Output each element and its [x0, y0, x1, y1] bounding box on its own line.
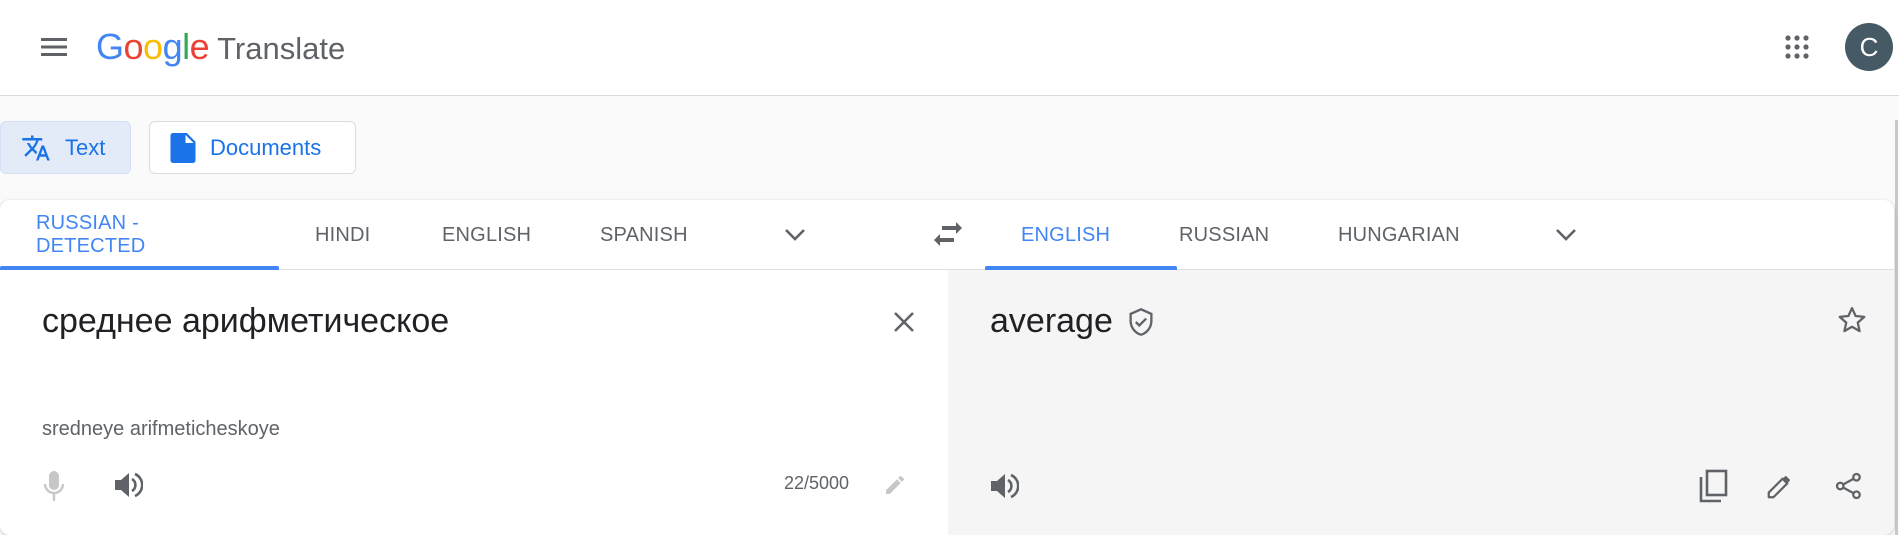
- edit-translation-button[interactable]: [1756, 462, 1804, 510]
- pencil-icon: [1765, 471, 1795, 501]
- documents-mode-label: Documents: [210, 134, 322, 160]
- target-tab-label: ENGLISH: [1021, 223, 1111, 246]
- source-tab-label: RUSSIAN - DETECTED: [36, 212, 146, 257]
- chevron-down-icon: [784, 228, 806, 242]
- more-source-languages-button[interactable]: [771, 211, 819, 259]
- verified-shield-icon[interactable]: [1127, 307, 1155, 337]
- source-tab-label: HINDI: [315, 223, 371, 246]
- hamburger-menu-icon: [39, 35, 69, 59]
- source-tab-hindi[interactable]: HINDI: [315, 200, 370, 270]
- copy-icon: [1698, 469, 1728, 503]
- page-scrollbar[interactable]: [1895, 120, 1898, 535]
- translation-card: RUSSIAN - DETECTED HINDI ENGLISH SPANISH: [0, 200, 1894, 535]
- swap-arrows-icon: [933, 222, 963, 248]
- apps-grid-icon: [1784, 34, 1810, 60]
- logo-letter-g2: g: [162, 26, 183, 67]
- voice-input-button[interactable]: [30, 462, 78, 510]
- speaker-icon: [989, 472, 1019, 500]
- main-menu-button[interactable]: [30, 23, 78, 71]
- source-tab-english[interactable]: ENGLISH: [442, 200, 531, 270]
- translation-text: average: [990, 302, 1113, 340]
- logo-letter-o2: o: [143, 26, 163, 67]
- save-translation-button[interactable]: [1828, 296, 1876, 344]
- transliteration-text: sredneye arifmeticheskoye: [42, 418, 280, 440]
- translation-output: average: [990, 302, 1155, 341]
- language-tab-bar: RUSSIAN - DETECTED HINDI ENGLISH SPANISH: [0, 200, 1894, 270]
- text-mode-button[interactable]: Text: [0, 121, 131, 174]
- source-tab-detected[interactable]: RUSSIAN - DETECTED: [0, 200, 279, 270]
- google-apps-button[interactable]: [1773, 23, 1821, 71]
- source-tab-label: SPANISH: [600, 223, 688, 246]
- google-translate-logo[interactable]: G o o g l e Translate: [96, 26, 345, 70]
- logo-letter-g1: G: [96, 26, 124, 67]
- microphone-icon: [43, 470, 65, 502]
- share-icon: [1834, 471, 1864, 501]
- share-translation-button[interactable]: [1825, 462, 1873, 510]
- source-edit-button[interactable]: [871, 461, 919, 509]
- pencil-icon: [883, 473, 907, 497]
- listen-source-button[interactable]: [104, 461, 152, 509]
- more-target-languages-button[interactable]: [1542, 211, 1590, 259]
- chevron-down-icon: [1555, 228, 1577, 242]
- logo-letter-l: l: [182, 26, 190, 67]
- target-tab-english[interactable]: ENGLISH: [985, 200, 1177, 270]
- target-tab-russian[interactable]: RUSSIAN: [1179, 200, 1269, 270]
- speaker-icon: [113, 471, 143, 499]
- source-text-input[interactable]: среднее арифметическое: [42, 302, 449, 341]
- target-tab-label: HUNGARIAN: [1338, 223, 1460, 246]
- star-icon: [1837, 305, 1867, 335]
- copy-translation-button[interactable]: [1689, 462, 1737, 510]
- character-counter: 22/5000: [784, 473, 850, 493]
- documents-mode-button[interactable]: Documents: [149, 121, 356, 174]
- listen-translation-button[interactable]: [980, 462, 1028, 510]
- target-panel: average: [948, 270, 1894, 535]
- source-tab-spanish[interactable]: SPANISH: [600, 200, 688, 270]
- target-tab-hungarian[interactable]: HUNGARIAN: [1338, 200, 1460, 270]
- close-icon: [892, 310, 916, 334]
- text-mode-label: Text: [65, 134, 106, 160]
- logo-letter-o1: o: [123, 26, 144, 67]
- translate-icon: [21, 133, 51, 163]
- account-avatar[interactable]: C: [1845, 23, 1893, 71]
- target-tab-label: RUSSIAN: [1179, 223, 1270, 246]
- clear-source-button[interactable]: [880, 298, 928, 346]
- logo-product-name: Translate: [217, 31, 346, 66]
- logo-letter-e: e: [189, 26, 210, 67]
- source-tab-label: ENGLISH: [442, 223, 532, 246]
- document-icon: [170, 132, 196, 163]
- app-header: G o o g l e Translate C: [0, 0, 1899, 96]
- swap-languages-button[interactable]: [924, 211, 972, 259]
- source-panel: среднее арифметическое sredneye arifmeti…: [0, 270, 948, 535]
